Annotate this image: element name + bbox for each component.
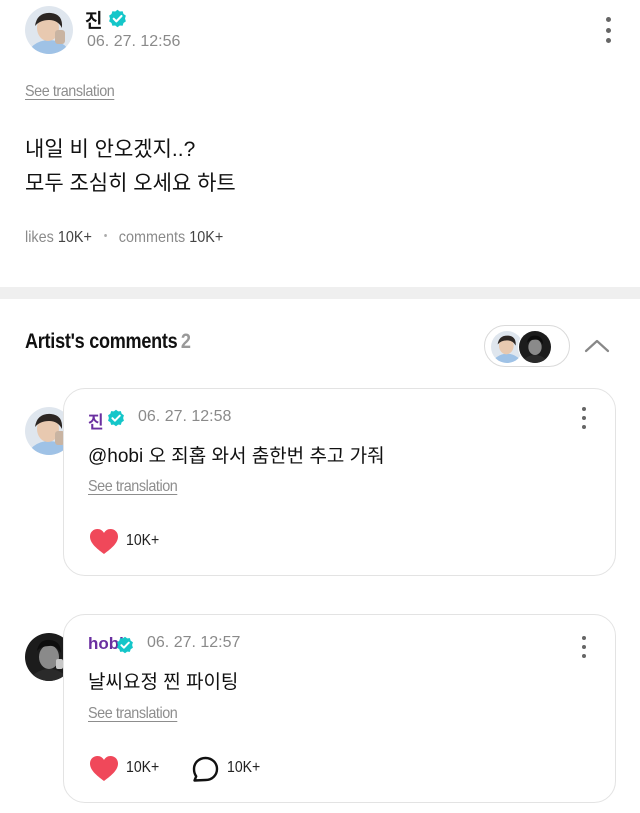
more-options-icon[interactable] xyxy=(574,407,594,429)
likes-count[interactable]: 10K+ xyxy=(58,229,92,246)
verified-badge-icon xyxy=(117,636,133,654)
post-body-line: 내일 비 안오겠지..? xyxy=(25,138,196,161)
chevron-up-icon[interactable] xyxy=(583,336,611,354)
heart-icon[interactable] xyxy=(89,528,119,555)
comments-label: comments xyxy=(118,229,186,246)
more-options-icon[interactable] xyxy=(574,636,594,658)
comment-bubble-icon[interactable] xyxy=(192,756,219,783)
heart-icon[interactable] xyxy=(89,755,119,782)
artist-comments-count: 2 xyxy=(180,330,191,353)
post-stats: likes 10K+ comments 10K+ xyxy=(25,229,223,247)
post-body-line: 모두 조심히 오세요 하트 xyxy=(25,172,236,195)
comments-count[interactable]: 10K+ xyxy=(189,229,223,246)
more-options-icon[interactable] xyxy=(598,17,618,43)
comment-card: hobi 06. 27. 12:57 날씨요정 찐 파이팅 See transl… xyxy=(63,614,616,803)
verified-badge-icon xyxy=(108,409,124,427)
artist-comments-title: Artist's comments 2 xyxy=(25,330,191,354)
post-body: 내일 비 안오겠지..? 모두 조심히 오세요 하트 xyxy=(25,133,236,201)
section-divider xyxy=(0,287,640,299)
see-translation-link[interactable]: See translation xyxy=(25,83,115,101)
post-author-avatar[interactable] xyxy=(25,6,73,54)
comment-reply-count: 10K+ xyxy=(227,759,261,776)
stats-separator xyxy=(103,234,107,238)
post-author-name[interactable]: 진 xyxy=(85,6,102,33)
comment-like-count: 10K+ xyxy=(126,532,160,549)
comment-author-name[interactable]: 진 xyxy=(88,408,104,433)
verified-badge-icon xyxy=(109,9,126,28)
comment-timestamp: 06. 27. 12:58 xyxy=(138,408,232,425)
artist-avatars-pill[interactable] xyxy=(484,325,570,367)
post-timestamp: 06. 27. 12:56 xyxy=(87,33,181,50)
comment-timestamp: 06. 27. 12:57 xyxy=(147,634,241,651)
likes-label: likes xyxy=(25,229,54,246)
see-translation-link[interactable]: See translation xyxy=(88,705,178,723)
see-translation-link[interactable]: See translation xyxy=(88,478,178,496)
comment-card: 진 06. 27. 12:58 @hobi 오 죄홉 와서 춤한번 추고 가줘 … xyxy=(63,388,616,576)
comment-text: 날씨요정 찐 파이팅 xyxy=(88,672,239,693)
comment-like-count: 10K+ xyxy=(126,759,160,776)
comment-text: @hobi 오 죄홉 와서 춤한번 추고 가줘 xyxy=(88,446,385,467)
artist-comments-label: Artist's comments xyxy=(25,330,178,353)
artist-avatar-hobi xyxy=(518,330,552,364)
